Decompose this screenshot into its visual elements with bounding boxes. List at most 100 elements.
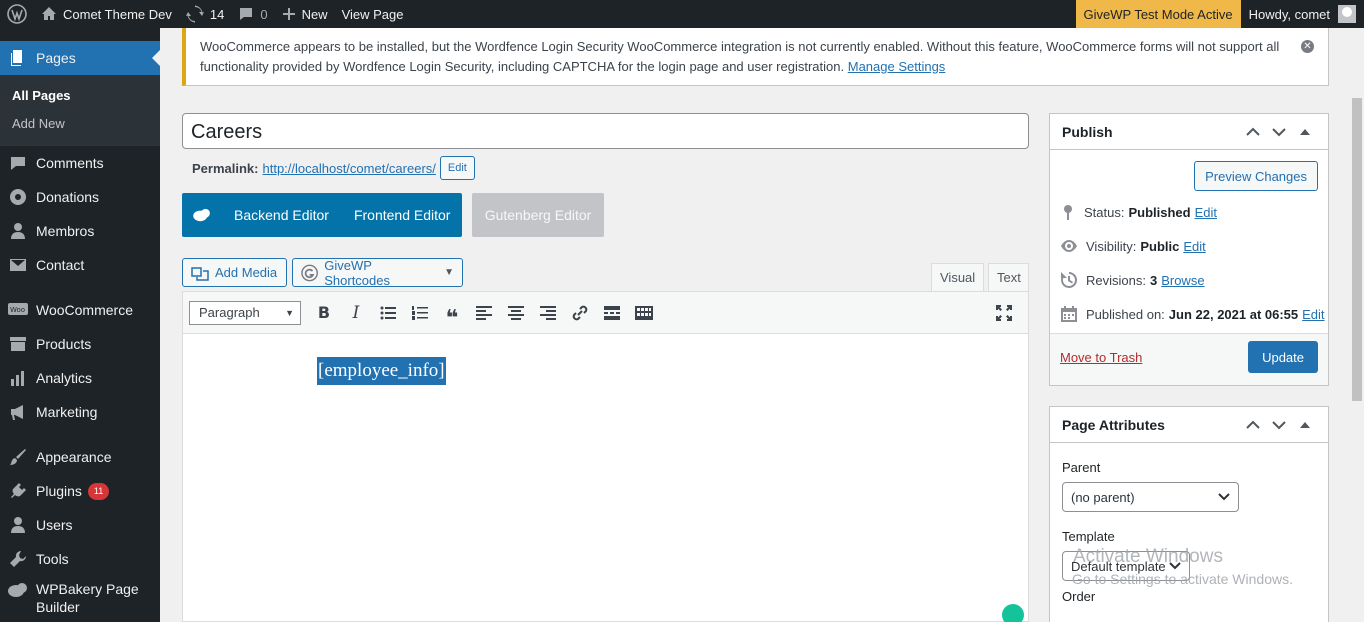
manage-settings-link[interactable]: Manage Settings	[848, 59, 946, 74]
givewp-icon	[301, 264, 318, 281]
submenu-all-pages[interactable]: All Pages	[0, 82, 160, 110]
blockquote-icon[interactable]: ❝	[436, 299, 468, 328]
history-icon	[1061, 271, 1078, 288]
published-on-row: Published on: Jun 22, 2021 at 06:55 Edit	[1050, 297, 1328, 331]
sidebar-item-pages[interactable]: Pages	[0, 41, 160, 75]
svg-text:Woo: Woo	[10, 306, 25, 314]
permalink-label: Permalink:	[192, 160, 259, 176]
givewp-shortcodes-button[interactable]: GiveWP Shortcodes ▼	[292, 257, 463, 288]
page-scrollbar[interactable]	[1350, 28, 1364, 622]
sidebar-item-plugins[interactable]: Plugins 11	[0, 474, 160, 508]
toolbar-toggle-icon[interactable]	[628, 299, 660, 327]
sidebar-item-users[interactable]: Users	[0, 508, 160, 542]
published-on-label: Published on:	[1086, 306, 1165, 322]
classic-editor: Paragraph ▼ B I ❝ [employee_info]	[182, 291, 1029, 622]
sidebar-item-membros[interactable]: Membros	[0, 214, 160, 248]
view-page-link[interactable]: View Page	[335, 0, 411, 28]
admin-sidebar: Pages All Pages Add New Comments Donatio…	[0, 28, 160, 622]
dismiss-icon[interactable]: ✕	[1301, 40, 1314, 53]
new-content-link[interactable]: New	[275, 0, 335, 28]
sidebar-item-marketing[interactable]: Marketing	[0, 395, 160, 429]
sidebar-item-comments[interactable]: Comments	[0, 146, 160, 180]
move-to-trash-link[interactable]: Move to Trash	[1060, 350, 1142, 365]
givewp-test-mode-badge[interactable]: GiveWP Test Mode Active	[1075, 0, 1241, 28]
post-title-input[interactable]: Careers	[182, 113, 1029, 149]
calendar-icon	[1061, 306, 1077, 322]
browse-revisions-link[interactable]: Browse	[1161, 273, 1204, 288]
sidebar-item-label: Tools	[36, 551, 69, 567]
parent-select-value: (no parent)	[1071, 489, 1135, 505]
chevron-down-icon	[1218, 493, 1230, 501]
bulleted-list-icon[interactable]	[372, 299, 404, 327]
gutenberg-editor-button[interactable]: Gutenberg Editor	[472, 193, 604, 237]
status-edit-link[interactable]: Edit	[1195, 205, 1217, 220]
sidebar-item-analytics[interactable]: Analytics	[0, 361, 160, 395]
preview-changes-button[interactable]: Preview Changes	[1194, 161, 1318, 191]
toggle-panel-icon[interactable]	[1292, 128, 1318, 136]
published-on-edit-link[interactable]: Edit	[1302, 307, 1324, 322]
selected-shortcode[interactable]: [employee_info]	[317, 357, 446, 385]
link-icon[interactable]	[564, 299, 596, 327]
frontend-editor-button[interactable]: Frontend Editor	[354, 207, 451, 223]
sidebar-item-label: WooCommerce	[36, 302, 133, 318]
tab-visual[interactable]: Visual	[931, 263, 984, 292]
parent-label: Parent	[1062, 460, 1101, 475]
add-media-button[interactable]: Add Media	[182, 258, 287, 287]
align-left-icon[interactable]	[468, 299, 500, 327]
backend-editor-button[interactable]: Backend Editor	[234, 207, 329, 223]
sidebar-item-woocommerce[interactable]: Woo WooCommerce	[0, 293, 160, 327]
site-name-link[interactable]: Comet Theme Dev	[34, 0, 179, 28]
wpbakery-bar: Backend Editor Frontend Editor	[182, 193, 462, 237]
comments-link[interactable]: 0	[231, 0, 274, 28]
parent-select[interactable]: (no parent)	[1062, 482, 1239, 512]
permalink-edit-button[interactable]: Edit	[439, 156, 475, 180]
read-more-icon[interactable]	[596, 299, 628, 327]
status-row: Status: Published Edit	[1050, 195, 1328, 229]
align-right-icon[interactable]	[532, 299, 564, 327]
move-down-icon[interactable]	[1266, 420, 1292, 430]
grammarly-icon[interactable]	[1002, 604, 1024, 622]
fullscreen-icon[interactable]	[988, 299, 1020, 327]
pin-icon	[1064, 205, 1072, 220]
status-label: Status:	[1084, 204, 1125, 220]
givewp-shortcodes-label: GiveWP Shortcodes	[324, 257, 390, 288]
move-up-icon[interactable]	[1240, 420, 1266, 430]
visibility-edit-link[interactable]: Edit	[1183, 239, 1205, 254]
numbered-list-icon[interactable]	[404, 299, 436, 327]
editor-toolbar: Paragraph ▼ B I ❝	[183, 292, 1028, 334]
page-attributes-title: Page Attributes	[1062, 416, 1165, 433]
submenu-add-new[interactable]: Add New	[0, 110, 160, 138]
sidebar-item-contact[interactable]: Contact	[0, 248, 160, 282]
sidebar-item-wpbakery[interactable]: WPBakery Page Builder	[0, 576, 160, 616]
permalink: Permalink: http://localhost/comet/career…	[192, 156, 475, 180]
sidebar-item-tools[interactable]: Tools	[0, 542, 160, 576]
toggle-panel-icon[interactable]	[1292, 421, 1318, 429]
visibility-row: Visibility: Public Edit	[1050, 229, 1328, 263]
archive-icon	[8, 334, 28, 354]
wordpress-logo-button[interactable]	[0, 0, 34, 28]
new-label: New	[301, 6, 328, 22]
italic-icon[interactable]: I	[340, 299, 372, 327]
align-center-icon[interactable]	[500, 299, 532, 327]
move-down-icon[interactable]	[1266, 127, 1292, 137]
move-up-icon[interactable]	[1240, 127, 1266, 137]
sidebar-item-appearance[interactable]: Appearance	[0, 440, 160, 474]
pages-icon	[8, 48, 28, 68]
format-select[interactable]: Paragraph ▼	[189, 300, 301, 325]
permalink-url[interactable]: http://localhost/comet/careers/	[262, 161, 435, 176]
comment-icon	[240, 8, 253, 20]
scrollbar-thumb[interactable]	[1352, 98, 1362, 401]
sidebar-item-products[interactable]: Products	[0, 327, 160, 361]
updates-link[interactable]: 14	[179, 0, 231, 28]
editor-content[interactable]: [employee_info]	[183, 334, 1028, 622]
published-on-value: Jun 22, 2021 at 06:55	[1168, 306, 1299, 322]
update-button[interactable]: Update	[1248, 341, 1318, 373]
sidebar-item-label: Membros	[36, 223, 95, 239]
revisions-label: Revisions:	[1086, 272, 1146, 288]
users-icon	[8, 221, 28, 241]
sidebar-item-donations[interactable]: Donations	[0, 180, 160, 214]
tab-text[interactable]: Text	[988, 263, 1029, 292]
account-menu[interactable]: Howdy, comet	[1241, 0, 1364, 28]
bold-icon[interactable]: B	[308, 299, 340, 327]
plugins-update-badge: 11	[87, 482, 110, 500]
